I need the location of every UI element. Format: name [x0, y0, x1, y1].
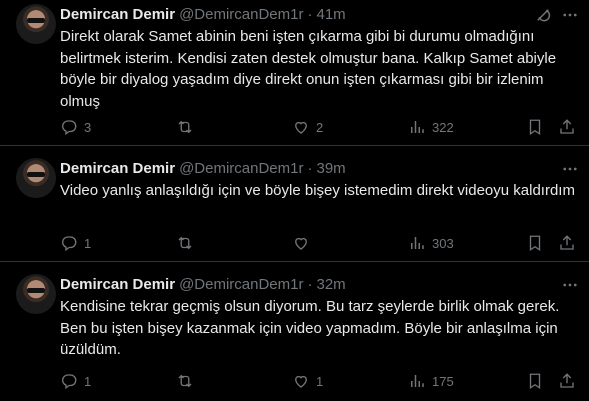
views-icon: [411, 121, 424, 133]
bookmark-icon: [529, 235, 541, 252]
reply-count: 1: [84, 235, 92, 251]
view-count: 175: [432, 373, 454, 389]
tweet-feed: Demircan Demir @DemircanDem1r · 41m Dire…: [0, 0, 589, 401]
view-count: 322: [432, 119, 454, 135]
like-button[interactable]: 2: [292, 118, 323, 136]
like-icon: [295, 237, 307, 250]
avatar[interactable]: [16, 158, 56, 198]
grok-icon[interactable]: [534, 6, 552, 24]
share-button[interactable]: [558, 234, 576, 252]
retweet-icon: [178, 236, 192, 250]
views-icon: [411, 237, 424, 249]
author-handle[interactable]: @DemircanDem1r: [179, 160, 303, 177]
views-button[interactable]: 322: [408, 118, 454, 136]
author-handle[interactable]: @DemircanDem1r: [179, 276, 303, 293]
reply-icon: [62, 120, 77, 136]
reply-count: 3: [84, 119, 92, 135]
avatar[interactable]: [16, 274, 56, 314]
author-name[interactable]: Demircan Demir: [60, 276, 175, 293]
separator: ·: [307, 275, 313, 293]
share-icon: [560, 119, 574, 134]
bookmark-icon: [529, 373, 541, 390]
view-count: 303: [432, 235, 454, 251]
retweet-button[interactable]: [176, 372, 200, 390]
author-name[interactable]: Demircan Demir: [60, 160, 175, 177]
bookmark-button[interactable]: [526, 372, 544, 390]
bookmark-icon: [529, 119, 541, 136]
tweet-actions: 1 1 175: [60, 372, 580, 392]
bookmark-button[interactable]: [526, 234, 544, 252]
tweet-header: Demircan Demir @DemircanDem1r · 39m: [60, 158, 346, 178]
reply-button[interactable]: 3: [60, 118, 91, 136]
tweet-text: Direkt olarak Samet abinin beni işten çı…: [60, 28, 557, 110]
author-handle[interactable]: @DemircanDem1r: [179, 6, 303, 23]
tweet-text: Kendisine tekrar geçmiş olsun diyorum. B…: [60, 298, 560, 358]
tweet-header: Demircan Demir @DemircanDem1r · 32m: [60, 274, 346, 294]
like-button[interactable]: [292, 234, 316, 252]
like-icon: [295, 121, 307, 134]
reply-icon: [62, 236, 77, 252]
views-button[interactable]: 303: [408, 234, 454, 252]
like-count: 2: [316, 119, 324, 135]
author-name[interactable]: Demircan Demir: [60, 6, 175, 23]
more-icon[interactable]: [561, 160, 579, 178]
views-button[interactable]: 175: [408, 372, 454, 390]
retweet-icon: [178, 120, 192, 134]
more-icon[interactable]: [561, 276, 579, 294]
reply-button[interactable]: 1: [60, 234, 91, 252]
reply-icon: [62, 374, 77, 390]
reply-button[interactable]: 1: [60, 372, 91, 390]
tweet[interactable]: Demircan Demir @DemircanDem1r · 32m Kend…: [0, 262, 589, 401]
retweet-button[interactable]: [176, 234, 200, 252]
separator: ·: [307, 5, 313, 23]
share-icon: [560, 235, 574, 250]
more-icon[interactable]: [561, 6, 579, 24]
tweet[interactable]: Demircan Demir @DemircanDem1r · 41m Dire…: [0, 0, 589, 146]
separator: ·: [307, 159, 313, 177]
tweet-text: Video yanlış anlaşıldığı için ve böyle b…: [60, 182, 575, 199]
bookmark-button[interactable]: [526, 118, 544, 136]
timestamp[interactable]: 32m: [316, 276, 345, 293]
tweet[interactable]: Demircan Demir @DemircanDem1r · 39m Vide…: [0, 146, 589, 262]
like-button[interactable]: 1: [292, 372, 323, 390]
share-button[interactable]: [558, 118, 576, 136]
tweet-actions: 1 303: [60, 234, 580, 254]
like-count: 1: [316, 373, 324, 389]
tweet-actions: 3 2 322: [60, 118, 580, 138]
share-button[interactable]: [558, 372, 576, 390]
tweet-header: Demircan Demir @DemircanDem1r · 41m: [60, 4, 346, 24]
retweet-button[interactable]: [176, 118, 200, 136]
views-icon: [411, 375, 424, 387]
timestamp[interactable]: 41m: [316, 6, 345, 23]
reply-count: 1: [84, 373, 92, 389]
timestamp[interactable]: 39m: [316, 160, 345, 177]
like-icon: [295, 375, 307, 388]
share-icon: [560, 373, 574, 388]
avatar[interactable]: [16, 4, 56, 44]
retweet-icon: [178, 374, 192, 388]
